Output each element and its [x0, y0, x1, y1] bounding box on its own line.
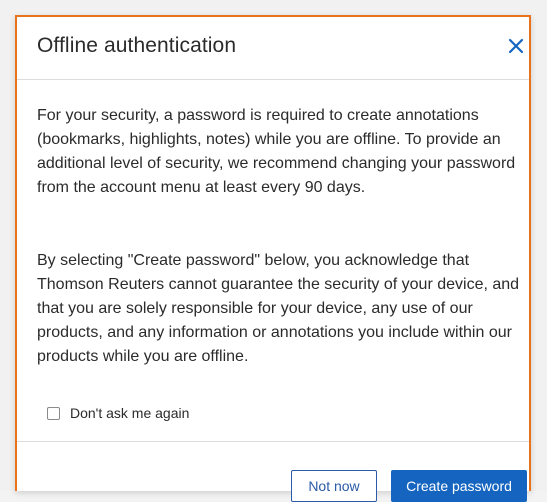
offline-authentication-dialog: Offline authentication For your security… [15, 15, 531, 502]
security-message: For your security, a password is require… [37, 107, 516, 196]
checkbox-label: Don't ask me again [70, 405, 190, 421]
dont-ask-again-checkbox[interactable]: Don't ask me again [47, 403, 189, 423]
acknowledgement-message: By selecting "Create password" below, yo… [37, 252, 520, 365]
checkbox-box[interactable] [47, 406, 60, 420]
dialog-header: Offline authentication [17, 17, 529, 80]
close-icon [508, 38, 524, 54]
dialog-title: Offline authentication [37, 34, 237, 57]
create-password-button[interactable]: Create password [391, 470, 527, 502]
close-button[interactable] [503, 33, 529, 59]
dialog-footer: Not now Create password [17, 441, 529, 502]
not-now-button[interactable]: Not now [291, 470, 377, 502]
